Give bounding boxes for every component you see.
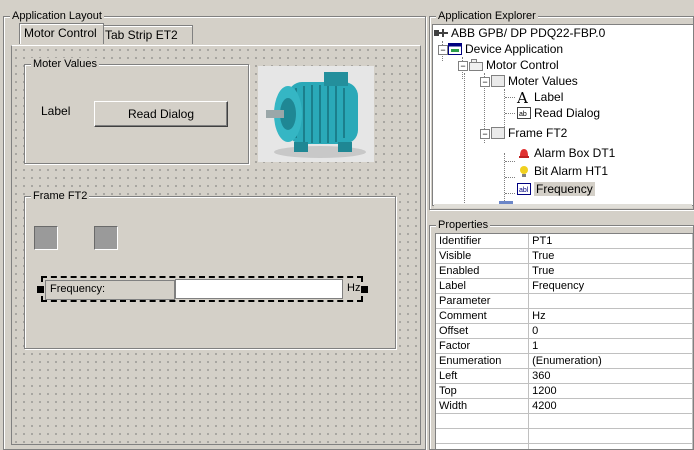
property-row[interactable]: Factor 1 (436, 338, 693, 354)
property-name: Visible (436, 248, 530, 264)
application-icon (448, 43, 462, 55)
read-dialog-button[interactable]: Read Dialog (94, 101, 228, 127)
field-icon: abl (517, 183, 531, 195)
property-value[interactable]: (Enumeration) (528, 353, 693, 369)
property-name (436, 443, 530, 449)
tree-node-motor-control[interactable]: Motor Control (469, 57, 559, 73)
property-row[interactable]: Enumeration (Enumeration) (436, 353, 693, 369)
tab-tab-strip-et2[interactable]: Tab Strip ET2 (100, 25, 193, 44)
property-name: Parameter (436, 293, 530, 309)
tree-node-read-dialog[interactable]: ab Read Dialog (517, 105, 600, 121)
frame-ft2-group[interactable]: Frame FT2 (24, 190, 396, 349)
frame-ft2-title: Frame FT2 (31, 190, 90, 202)
property-value[interactable]: 1 (528, 338, 693, 354)
property-name: Width (436, 398, 530, 414)
resize-handle-left[interactable] (37, 286, 44, 293)
frequency-unit: Hz (347, 282, 361, 294)
tab-icon (469, 59, 483, 71)
property-value[interactable] (528, 413, 693, 429)
property-value[interactable]: Frequency (528, 278, 693, 294)
property-row[interactable]: Visible True (436, 248, 693, 264)
property-name: Left (436, 368, 530, 384)
frequency-label-box: Frequency: (45, 280, 175, 300)
property-value[interactable]: True (528, 248, 693, 264)
property-row[interactable]: Width 4200 (436, 398, 693, 414)
svg-text:abl: abl (519, 187, 529, 194)
property-row[interactable]: Left 360 (436, 368, 693, 384)
bit-alarm-indicator[interactable] (94, 226, 118, 250)
moter-values-title: Moter Values (31, 58, 99, 70)
label-text[interactable]: Label (41, 104, 70, 118)
frequency-input[interactable] (175, 279, 343, 299)
property-name: Offset (436, 323, 530, 339)
collapse-toggle-device[interactable]: − (438, 45, 448, 55)
property-row[interactable] (436, 413, 693, 429)
property-name: Factor (436, 338, 530, 354)
collapse-toggle-moter-values[interactable]: − (480, 77, 490, 87)
property-value[interactable] (528, 443, 693, 449)
property-name (436, 413, 530, 429)
application-explorer-title: Application Explorer (436, 10, 538, 22)
tree-node-label[interactable]: A Label (517, 89, 563, 107)
property-name: Label (436, 278, 530, 294)
tab-strip: Motor Control Tab Strip ET2 (19, 23, 219, 45)
property-name: Top (436, 383, 530, 399)
tree-node-abb-gpb[interactable]: ABB GPB/ DP PDQ22-FBP.0 (434, 25, 605, 41)
tab-motor-control[interactable]: Motor Control (19, 23, 104, 44)
tree-node-bit-alarm-ht1[interactable]: Bit Alarm HT1 (517, 163, 608, 179)
property-row[interactable]: Parameter (436, 293, 693, 309)
collapse-toggle-motor-control[interactable]: − (458, 61, 468, 71)
motor-image[interactable] (258, 66, 374, 162)
alarm-bell-icon (517, 147, 531, 159)
property-name (436, 428, 530, 444)
frequency-field[interactable]: Frequency: Hz (41, 276, 363, 302)
property-row[interactable]: Enabled True (436, 263, 693, 279)
properties-table: Identifier PT1 Visible True Enabled True Label… (436, 234, 693, 449)
property-value[interactable] (528, 428, 693, 444)
tree-node-alarm-box-dt1[interactable]: Alarm Box DT1 (517, 145, 615, 161)
svg-text:ab: ab (519, 111, 527, 118)
application-layout-title: Application Layout (10, 10, 104, 22)
property-row[interactable] (436, 443, 693, 449)
property-row[interactable]: Top 1200 (436, 383, 693, 399)
property-value[interactable]: PT1 (528, 234, 693, 249)
tree-node-device-application[interactable]: Device Application (448, 41, 563, 57)
property-row[interactable] (436, 428, 693, 444)
resize-handle-right[interactable] (361, 286, 368, 293)
text-label-icon: A (517, 89, 528, 107)
property-row[interactable]: Label Frequency (436, 278, 693, 294)
property-value[interactable]: 1200 (528, 383, 693, 399)
frequency-label: Frequency: (50, 283, 106, 295)
tree-node-frame-ft2[interactable]: Frame FT2 (491, 125, 567, 141)
properties-grid[interactable]: Identifier PT1 Visible True Enabled True Label… (435, 233, 694, 450)
bulb-icon (517, 165, 531, 177)
explorer-scrollbar[interactable] (434, 204, 692, 208)
group-icon (491, 75, 505, 87)
property-name: Identifier (436, 234, 530, 249)
explorer-tree[interactable]: − − − − ABB GPB/ DP PDQ22-FBP.0 Device A… (432, 24, 694, 206)
property-name: Comment (436, 308, 530, 324)
property-value[interactable]: 360 (528, 368, 693, 384)
property-value[interactable]: 0 (528, 323, 693, 339)
property-row[interactable]: Comment Hz (436, 308, 693, 324)
group-icon (491, 127, 505, 139)
property-value[interactable] (528, 293, 693, 309)
property-name: Enumeration (436, 353, 530, 369)
network-icon (434, 27, 448, 39)
property-value[interactable]: 4200 (528, 398, 693, 414)
alarm-box-indicator[interactable] (34, 226, 58, 250)
collapse-toggle-frame-ft2[interactable]: − (480, 129, 490, 139)
property-value[interactable]: Hz (528, 308, 693, 324)
property-value[interactable]: True (528, 263, 693, 279)
tree-node-frequency[interactable]: abl Frequency (517, 181, 595, 197)
property-row[interactable]: Offset 0 (436, 323, 693, 339)
properties-title: Properties (436, 219, 491, 231)
property-row[interactable]: Identifier PT1 (436, 234, 693, 249)
tree-node-moter-values[interactable]: Moter Values (491, 73, 578, 89)
button-icon: ab (517, 107, 531, 119)
property-name: Enabled (436, 263, 530, 279)
